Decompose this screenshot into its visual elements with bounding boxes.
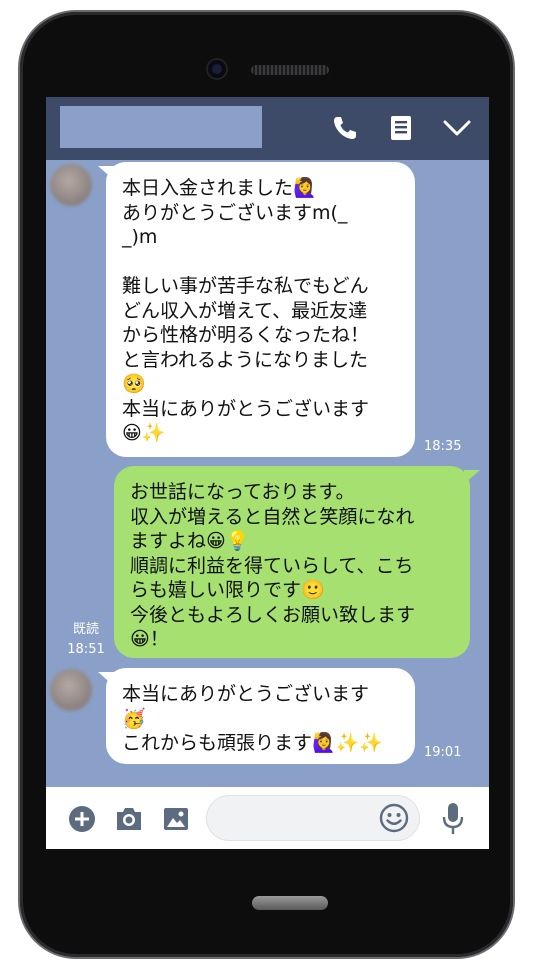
message-timestamp: 19:01	[424, 745, 462, 760]
read-receipt: 既読 18:51	[64, 620, 108, 660]
chat-screen: 本日入金されました🙋‍♀️ ありがとうございますm(_ _)m 難しい事が苦手な…	[46, 97, 489, 849]
message-line: 本当にありがとうございます	[122, 397, 370, 420]
message-input[interactable]	[206, 795, 420, 841]
microphone-icon[interactable]	[442, 802, 464, 836]
message-list[interactable]: 本日入金されました🙋‍♀️ ありがとうございますm(_ _)m 難しい事が苦手な…	[46, 160, 489, 787]
message-line: 難しい事が苦手な私でもどん	[122, 275, 369, 297]
message-line: _)m	[122, 226, 158, 248]
message-line: 😀✨	[122, 422, 166, 444]
read-status: 既読	[72, 622, 99, 637]
message-timestamp: 18:51	[67, 642, 105, 657]
message-line: 収入が増えると自然と笑顔になれ	[130, 505, 415, 528]
message-timestamp: 18:35	[424, 439, 462, 454]
message-line	[122, 250, 399, 275]
camera-icon[interactable]	[114, 805, 144, 833]
message-line: ますよね😀💡	[130, 530, 250, 552]
message-bubble-sent[interactable]: お世話になっております。 収入が増えると自然と笑顔になれ ますよね😀💡 順調に利…	[114, 466, 470, 658]
chat-header	[46, 97, 489, 160]
bubble-tail	[464, 470, 480, 484]
earpiece-speaker	[251, 65, 329, 75]
avatar[interactable]	[50, 669, 92, 711]
chat-title-redacted	[60, 106, 262, 148]
message-line: から性格が明るくなったね！	[122, 324, 370, 346]
phone-icon[interactable]	[330, 113, 360, 143]
message-line: ありがとうございますm(_	[122, 201, 348, 224]
message-line: 😀！	[130, 628, 169, 650]
message-line: どん収入が増えて、最近友達	[122, 299, 368, 322]
plus-icon[interactable]	[68, 805, 96, 833]
message-line: 順調に利益を得ていらして、こち	[130, 554, 414, 577]
message-line: と言われるようになりました	[122, 348, 369, 371]
menu-icon[interactable]	[386, 113, 416, 143]
smiley-icon[interactable]	[379, 803, 409, 833]
image-icon[interactable]	[162, 805, 190, 833]
message-line: 🥺	[122, 373, 146, 395]
message-composer	[46, 787, 489, 849]
front-camera	[208, 60, 226, 78]
message-line: らも嬉しい限りです🙂	[130, 579, 325, 601]
message-line: お世話になっております。	[130, 481, 355, 503]
avatar[interactable]	[50, 164, 92, 206]
message-line: 本日入金されました🙋‍♀️	[122, 177, 317, 199]
message-line: これからも頑張ります🙋‍♀️✨✨	[122, 732, 383, 754]
home-button[interactable]	[252, 896, 328, 910]
chevron-down-icon[interactable]	[442, 113, 472, 143]
message-line: 本当にありがとうございます	[122, 683, 370, 705]
message-bubble-received[interactable]: 本当にありがとうございます 🥳 これからも頑張ります🙋‍♀️✨✨	[106, 668, 415, 764]
message-line: 🥳	[122, 707, 146, 730]
message-bubble-received[interactable]: 本日入金されました🙋‍♀️ ありがとうございますm(_ _)m 難しい事が苦手な…	[106, 162, 415, 457]
message-line: 今後ともよろしくお願い致します	[130, 603, 416, 626]
